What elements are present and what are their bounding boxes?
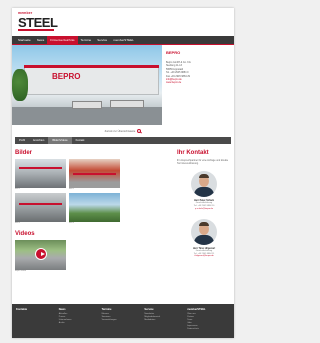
gallery-caption: Bild 4: [69, 222, 75, 224]
nav-item-firmenverzeichnis[interactable]: Firmenverzeichnis: [47, 36, 78, 44]
footer-heading: Kontakte: [16, 308, 28, 311]
nav-item-startseite[interactable]: Startseite: [15, 36, 34, 44]
contact-person: Herr Peter Schulz Geschäftsführung Tel. …: [177, 171, 231, 210]
profile-tabs: Profil Ansichten Bilder/Videos Kontakt: [15, 137, 231, 144]
nav-item-membersteel[interactable]: memberSTEEL: [110, 36, 137, 44]
gallery-image[interactable]: [15, 159, 66, 188]
contact-email-link[interactable]: t.hilgenart@bepro.de: [177, 255, 231, 258]
footer-link[interactable]: Datenschutz: [187, 328, 230, 331]
gallery-caption: Bild 2: [69, 188, 75, 190]
image-gallery: Bild 1 Bild 2 Bild 3 Bild 4: [15, 159, 173, 225]
tab-ansichten[interactable]: Ansichten: [29, 137, 48, 144]
footer-link[interactable]: Mediadaten: [144, 319, 187, 322]
gallery-item[interactable]: Bild 1: [15, 159, 66, 191]
footer-heading: Service: [144, 308, 154, 311]
footer-heading: memberSTEEL: [187, 308, 206, 311]
nav-item-service[interactable]: Service: [94, 36, 110, 44]
tree-shape: [12, 69, 28, 101]
crane-beam-shape: [73, 173, 116, 175]
nav-item-termine[interactable]: Termine: [78, 36, 95, 44]
gallery-title: Bilder: [15, 150, 33, 156]
footer-heading: News: [58, 308, 66, 311]
main-content: Bilder Bild 1 Bild 2 Bild 3 Bild 4 Video…: [12, 144, 234, 273]
building-sign: BEPRO: [52, 72, 81, 81]
truck-shape: [72, 101, 102, 109]
contact-column: Ihr Kontakt Ihr Ansprechpartner für eine…: [173, 150, 231, 273]
footer-link[interactable]: Archiv: [59, 322, 102, 325]
company-website-link[interactable]: www.bepro.de: [166, 81, 230, 84]
back-to-overview-label: Zurück zur Übersichtsseite: [104, 129, 136, 133]
road-shape: [12, 107, 162, 125]
gallery-item[interactable]: Bild 2: [69, 159, 120, 191]
crane-beam-shape: [19, 203, 62, 205]
contact-person: Herr Timo Hilgenart Geschäftsführung Tel…: [177, 218, 231, 258]
footer-column-kontakte: Kontakte: [16, 308, 59, 334]
footer-column-news: News Aktuelles Presse Unternehmen Archiv: [59, 308, 102, 334]
gallery-caption: Bild 3: [15, 222, 21, 224]
building-shape: [24, 65, 159, 95]
logo[interactable]: STEEL: [18, 15, 58, 30]
main-nav: Startseite News Firmenverzeichnis Termin…: [12, 36, 234, 45]
avatar: [191, 218, 217, 245]
truck-shape: [110, 100, 144, 108]
avatar: [191, 171, 217, 198]
video-player[interactable]: [15, 240, 66, 270]
tab-bilder-videos[interactable]: Bilder/Videos: [48, 137, 72, 144]
search-icon: [137, 129, 142, 133]
footer-column-membersteel: memberSTEEL Über uns Partner Team Jobs I…: [187, 308, 230, 334]
footer-column-service: Service Newsletter Mitgliederbereich Med…: [144, 308, 187, 334]
crane-beam-shape: [19, 167, 62, 169]
gallery-item[interactable]: Bild 4: [69, 193, 120, 225]
footer-heading: Termine: [101, 308, 112, 311]
gallery-item[interactable]: Bild 3: [15, 193, 66, 225]
videos-title: Videos: [15, 231, 35, 237]
gallery-image[interactable]: [69, 193, 120, 222]
logo-underline: [18, 29, 54, 31]
videos-section: Videos Bepro Video: [15, 231, 173, 273]
building-stripe: [24, 65, 159, 68]
page: member STEEL Startseite News Firmenverze…: [12, 8, 234, 338]
back-to-overview[interactable]: Zurück zur Übersichtsseite: [12, 125, 234, 137]
header: member STEEL: [12, 8, 234, 36]
footer: Kontakte News Aktuelles Presse Unternehm…: [12, 304, 234, 338]
nav-item-news[interactable]: News: [34, 36, 48, 44]
company-photo: BEPRO: [12, 45, 162, 125]
contact-email-link[interactable]: p.schulz@bepro.de: [177, 208, 231, 211]
tab-kontakt[interactable]: Kontakt: [72, 137, 89, 144]
company-banner: BEPRO BEPRO Bepro GmbH & Co. KG Siedlung…: [12, 45, 234, 125]
gallery-caption: Bild 1: [15, 188, 21, 190]
media-column: Bilder Bild 1 Bild 2 Bild 3 Bild 4 Video…: [15, 150, 173, 273]
gallery-image[interactable]: [69, 159, 120, 188]
gallery-image[interactable]: [15, 193, 66, 222]
video-caption: Bepro Video: [15, 270, 26, 272]
tab-profil[interactable]: Profil: [15, 137, 29, 144]
company-logo: BEPRO: [166, 50, 181, 55]
play-icon[interactable]: [35, 248, 47, 260]
company-info: BEPRO Bepro GmbH & Co. KG Siedlung 11-13…: [162, 45, 234, 125]
footer-column-termine: Termine Messen Seminare Veranstaltungen: [102, 308, 145, 334]
contact-title: Ihr Kontakt: [177, 150, 209, 156]
footer-link[interactable]: Veranstaltungen: [102, 319, 145, 322]
contact-intro: Ihr Ansprechpartner für eine Anfrage und…: [177, 159, 229, 166]
